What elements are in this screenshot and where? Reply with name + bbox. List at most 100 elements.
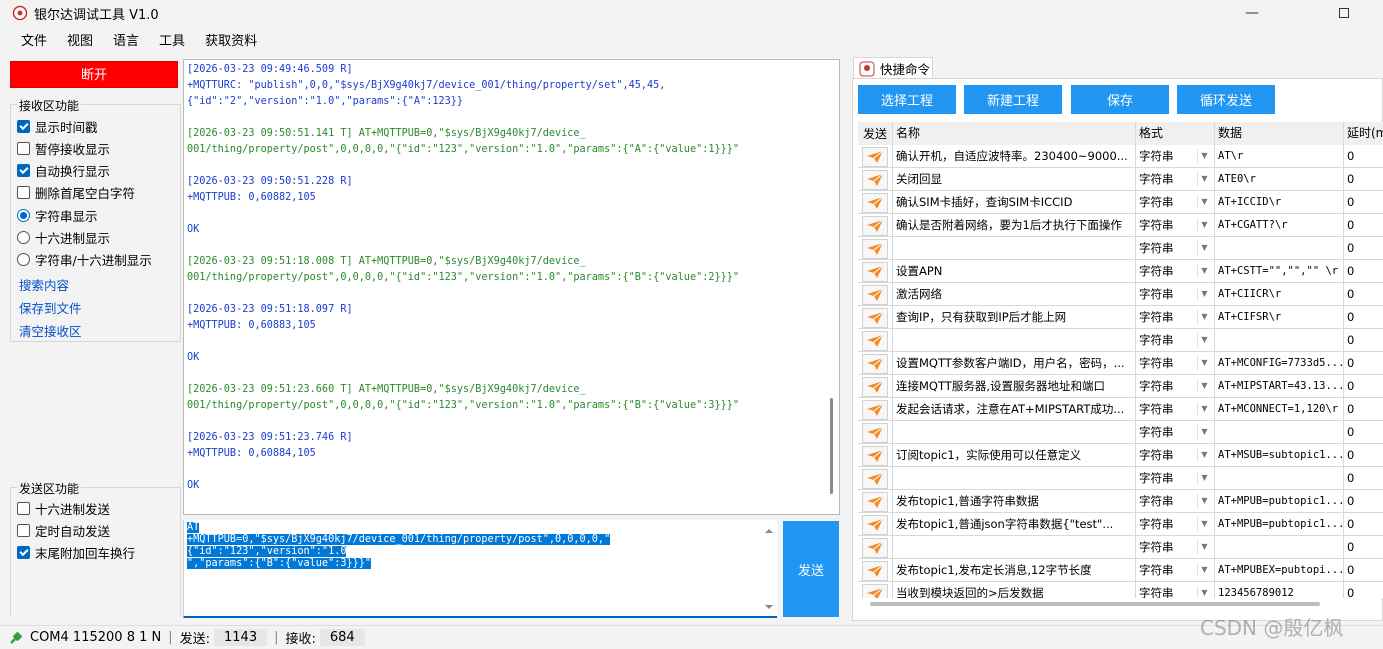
chevron-down-icon[interactable]: ▼: [1197, 356, 1211, 370]
row-format-select[interactable]: 字符串 ▼: [1136, 329, 1215, 352]
receive-area[interactable]: [2026-03-23 09:49:46.509 R] +MQTTURC: "pu…: [183, 59, 840, 515]
row-delay[interactable]: 0: [1344, 260, 1383, 283]
column-header-data[interactable]: 数据: [1215, 122, 1344, 145]
send-row-button[interactable]: [862, 192, 888, 213]
row-name[interactable]: 关闭回显: [893, 168, 1136, 191]
chevron-down-icon[interactable]: ▼: [1197, 218, 1211, 232]
row-data[interactable]: [1215, 237, 1344, 260]
row-data[interactable]: AT+MPUB=pubtopic1...: [1215, 513, 1344, 536]
chevron-down-icon[interactable]: ▼: [1197, 287, 1211, 301]
maximize-button[interactable]: [1321, 0, 1367, 26]
clear-receive-link[interactable]: 清空接收区: [19, 321, 82, 340]
save-to-file-link[interactable]: 保存到文件: [19, 298, 82, 317]
row-delay[interactable]: 0: [1344, 582, 1383, 598]
row-delay[interactable]: 0: [1344, 398, 1383, 421]
row-format-select[interactable]: 字符串 ▼: [1136, 398, 1215, 421]
chevron-down-icon[interactable]: ▼: [1197, 517, 1211, 531]
menu-view[interactable]: 视图: [57, 29, 103, 55]
row-name[interactable]: [893, 421, 1136, 444]
chevron-down-icon[interactable]: ▼: [1197, 540, 1211, 554]
row-name[interactable]: 连接MQTT服务器,设置服务器地址和端口: [893, 375, 1136, 398]
radio-string-hex-display[interactable]: [17, 252, 30, 266]
checkbox-hex-send[interactable]: [17, 501, 30, 515]
row-format-select[interactable]: 字符串 ▼: [1136, 536, 1215, 559]
select-project-button[interactable]: 选择工程: [858, 85, 956, 114]
chevron-down-icon[interactable]: ▼: [1197, 425, 1211, 439]
column-header-name[interactable]: 名称: [893, 122, 1136, 145]
row-delay[interactable]: 0: [1344, 421, 1383, 444]
option-append-crlf[interactable]: 末尾附加回车换行: [17, 542, 135, 562]
row-format-select[interactable]: 字符串 ▼: [1136, 559, 1215, 582]
option-show-timestamp[interactable]: 显示时间戳: [17, 116, 98, 136]
receive-scrollbar[interactable]: [825, 60, 839, 514]
tab-quick-commands[interactable]: 快捷命令: [853, 57, 933, 79]
row-delay[interactable]: 0: [1344, 168, 1383, 191]
send-row-button[interactable]: [862, 261, 888, 282]
row-format-select[interactable]: 字符串 ▼: [1136, 513, 1215, 536]
row-name[interactable]: 确认SIM卡插好，查询SIM卡ICCID: [893, 191, 1136, 214]
row-name[interactable]: 确认是否附着网络，要为1后才执行下面操作: [893, 214, 1136, 237]
row-data[interactable]: [1215, 421, 1344, 444]
row-data[interactable]: AT+CSTT="","","" \r: [1215, 260, 1344, 283]
chevron-down-icon[interactable]: ▼: [1197, 149, 1211, 163]
row-delay[interactable]: 0: [1344, 352, 1383, 375]
send-row-button[interactable]: [862, 399, 888, 420]
row-format-select[interactable]: 字符串 ▼: [1136, 145, 1215, 168]
row-data[interactable]: AT+MCONFIG=7733d5...: [1215, 352, 1344, 375]
menu-language[interactable]: 语言: [103, 29, 149, 55]
chevron-down-icon[interactable]: ▼: [1197, 264, 1211, 278]
send-row-button[interactable]: [862, 215, 888, 236]
row-delay[interactable]: 0: [1344, 329, 1383, 352]
send-row-button[interactable]: [862, 560, 888, 581]
row-delay[interactable]: 0: [1344, 214, 1383, 237]
row-format-select[interactable]: 字符串 ▼: [1136, 421, 1215, 444]
row-format-select[interactable]: 字符串 ▼: [1136, 237, 1215, 260]
send-row-button[interactable]: [862, 353, 888, 374]
send-row-button[interactable]: [862, 491, 888, 512]
row-delay[interactable]: 0: [1344, 467, 1383, 490]
new-project-button[interactable]: 新建工程: [964, 85, 1062, 114]
row-format-select[interactable]: 字符串 ▼: [1136, 352, 1215, 375]
row-data[interactable]: AT+CIICR\r: [1215, 283, 1344, 306]
checkbox-pause-receive[interactable]: [17, 141, 30, 155]
row-data[interactable]: AT\r: [1215, 145, 1344, 168]
row-name[interactable]: 发布topic1,发布定长消息,12字节长度: [893, 559, 1136, 582]
option-timed-send[interactable]: 定时自动发送: [17, 520, 110, 540]
row-data[interactable]: AT+ICCID\r: [1215, 191, 1344, 214]
send-row-button[interactable]: [862, 169, 888, 190]
row-data[interactable]: [1215, 329, 1344, 352]
chevron-down-icon[interactable]: ▼: [1197, 471, 1211, 485]
option-hex-display[interactable]: 十六进制显示: [17, 227, 110, 247]
row-format-select[interactable]: 字符串 ▼: [1136, 283, 1215, 306]
minimize-button[interactable]: —: [1229, 0, 1275, 26]
row-data[interactable]: AT+MPUB=pubtopic1...: [1215, 490, 1344, 513]
option-hex-send[interactable]: 十六进制发送: [17, 498, 110, 518]
chevron-down-icon[interactable]: ▼: [1197, 195, 1211, 209]
search-content-link[interactable]: 搜索内容: [19, 275, 69, 294]
row-format-select[interactable]: 字符串 ▼: [1136, 168, 1215, 191]
row-format-select[interactable]: 字符串 ▼: [1136, 444, 1215, 467]
option-string-display[interactable]: 字符串显示: [17, 205, 98, 225]
scroll-down-icon[interactable]: [761, 600, 777, 614]
row-name[interactable]: 设置MQTT参数客户端ID，用户名，密码，...: [893, 352, 1136, 375]
send-row-button[interactable]: [862, 422, 888, 443]
row-format-select[interactable]: 字符串 ▼: [1136, 214, 1215, 237]
row-data[interactable]: AT+MIPSTART=43.13...: [1215, 375, 1344, 398]
send-row-button[interactable]: [862, 307, 888, 328]
row-delay[interactable]: 0: [1344, 237, 1383, 260]
radio-hex-display[interactable]: [17, 230, 30, 244]
chevron-down-icon[interactable]: ▼: [1197, 172, 1211, 186]
chevron-down-icon[interactable]: ▼: [1197, 310, 1211, 324]
row-data[interactable]: AT+MPUBEX=pubtopi...: [1215, 559, 1344, 582]
row-format-select[interactable]: 字符串 ▼: [1136, 467, 1215, 490]
option-string-hex-display[interactable]: 字符串/十六进制显示: [17, 249, 152, 269]
row-data[interactable]: AT+MSUB=subtopic1...: [1215, 444, 1344, 467]
option-trim-whitespace[interactable]: 删除首尾空白字符: [17, 182, 135, 202]
row-name[interactable]: [893, 237, 1136, 260]
row-name[interactable]: 发布topic1,普通字符串数据: [893, 490, 1136, 513]
row-name[interactable]: [893, 467, 1136, 490]
row-format-select[interactable]: 字符串 ▼: [1136, 191, 1215, 214]
radio-string-display[interactable]: [17, 208, 30, 222]
row-name[interactable]: 发起会话请求，注意在AT+MIPSTART成功...: [893, 398, 1136, 421]
row-name[interactable]: 激活网络: [893, 283, 1136, 306]
